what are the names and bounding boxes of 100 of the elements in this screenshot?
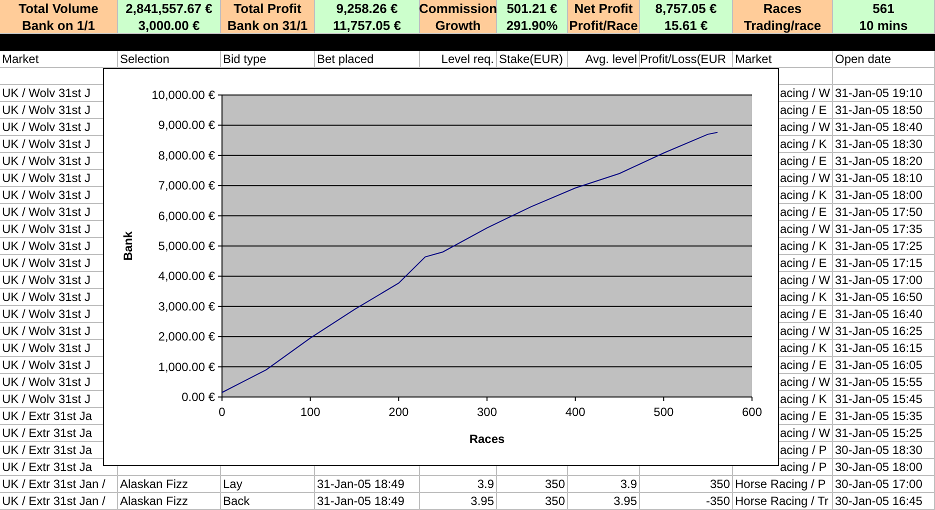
x-tick-label: 600 [742, 405, 762, 419]
axis-title: Races [469, 432, 505, 446]
x-tick-label: 500 [654, 405, 674, 419]
table-cell: UK / Extr 31st Ja [2, 425, 92, 441]
table-cell: UK / Wolv 31st J [2, 102, 90, 118]
table-cell: acing / K [780, 238, 827, 254]
table-cell: acing / E [780, 306, 827, 322]
table-cell: acing / E [780, 255, 827, 271]
table-cell: 31-Jan-05 15:55 [835, 374, 922, 390]
summary-value: 561 [872, 0, 894, 17]
table-cell: 31-Jan-05 16:05 [835, 357, 922, 373]
table-cell: UK / Extr 31st Jan / [2, 493, 106, 509]
table-cell: UK / Extr 31st Ja [2, 459, 92, 475]
table-cell: 31-Jan-05 18:49 [317, 476, 404, 492]
table-cell: 3.9 [477, 476, 494, 492]
table-cell: acing / W [780, 323, 830, 339]
table-cell: UK / Wolv 31st J [2, 374, 90, 390]
table-cell: 31-Jan-05 17:15 [835, 255, 922, 271]
table-cell: UK / Wolv 31st J [2, 204, 90, 220]
summary-label: Total Volume [18, 0, 98, 17]
table-cell: UK / Wolv 31st J [2, 187, 90, 203]
table-cell: acing / K [780, 187, 827, 203]
table-cell: UK / Extr 31st Ja [2, 408, 92, 424]
y-tick-label: 3,000.00 € [158, 299, 215, 314]
summary-label: Growth [435, 17, 481, 34]
table-cell: Alaskan Fizz [120, 476, 188, 492]
table-cell: UK / Extr 31st Jan / [2, 476, 106, 492]
summary-value: 15.61 € [664, 17, 708, 34]
table-cell: UK / Wolv 31st J [2, 289, 90, 305]
table-cell: 31-Jan-05 16:25 [835, 323, 922, 339]
table-cell: Horse Racing / Tr [735, 493, 828, 509]
table-cell: acing / E [780, 408, 827, 424]
table-cell: acing / K [780, 289, 827, 305]
table-cell: UK / Wolv 31st J [2, 340, 90, 356]
table-cell: acing / W [780, 272, 830, 288]
column-header: Bet placed [317, 51, 374, 67]
summary-label: Bank on 1/1 [22, 17, 95, 34]
table-cell: 31-Jan-05 18:10 [835, 170, 922, 186]
table-cell: UK / Wolv 31st J [2, 85, 90, 101]
table-cell: UK / Wolv 31st J [2, 306, 90, 322]
table-cell: -350 [706, 493, 730, 509]
column-header: Market [2, 51, 39, 67]
table-cell: acing / W [780, 221, 830, 237]
summary-label: Races [763, 0, 802, 17]
y-tick-label: 8,000.00 € [158, 148, 215, 162]
table-cell: acing / W [780, 85, 830, 101]
y-tick-label: 2,000.00 € [158, 330, 215, 344]
table-cell: 31-Jan-05 18:30 [835, 136, 922, 152]
summary-label: Profit/Race [569, 17, 638, 34]
y-tick-label: 4,000.00 € [158, 269, 215, 284]
table-cell: 30-Jan-05 16:45 [835, 493, 922, 509]
table-cell: UK / Wolv 31st J [2, 391, 90, 407]
table-cell: 31-Jan-05 18:50 [835, 102, 922, 118]
table-cell: UK / Wolv 31st J [2, 119, 90, 135]
table-cell: 3.95 [614, 493, 637, 509]
table-cell: 31-Jan-05 16:50 [835, 289, 922, 305]
table-cell: 31-Jan-05 15:45 [835, 391, 922, 407]
column-header: Selection [120, 51, 170, 67]
table-cell: acing / E [780, 204, 827, 220]
table-cell: acing / K [780, 340, 827, 356]
table-cell: 31-Jan-05 17:25 [835, 238, 922, 254]
y-tick-label: 5,000.00 € [158, 239, 215, 253]
summary-value: 10 mins [859, 17, 908, 34]
column-header: Bid type [223, 51, 266, 67]
table-cell: UK / Wolv 31st J [2, 323, 90, 339]
summary-label: Trading/race [744, 17, 822, 34]
y-tick-label: 6,000.00 € [158, 208, 215, 223]
y-tick-label: 9,000.00 € [158, 118, 215, 132]
table-cell: 31-Jan-05 17:00 [835, 272, 922, 288]
table-cell: acing / P [780, 442, 827, 458]
table-cell: 31-Jan-05 15:25 [835, 425, 922, 441]
table-cell: acing / W [780, 170, 830, 186]
summary-value: 3,000.00 € [138, 17, 200, 34]
table-cell: 31-Jan-05 18:00 [835, 187, 922, 203]
table-cell: 31-Jan-05 17:50 [835, 204, 922, 220]
table-cell: UK / Wolv 31st J [2, 170, 90, 186]
table-cell: 350 [544, 476, 565, 492]
summary-value: 291.90% [506, 17, 558, 34]
table-cell: UK / Extr 31st Ja [2, 442, 92, 458]
table-cell: 3.95 [470, 493, 494, 509]
column-header: Open date [835, 51, 892, 67]
x-tick-label: 200 [388, 405, 409, 419]
table-cell: 31-Jan-05 18:40 [835, 119, 922, 135]
y-tick-label: 1,000.00 € [158, 360, 215, 374]
summary-label: Bank on 31/1 [227, 17, 308, 34]
column-header: Avg. level [585, 51, 637, 67]
table-cell: acing / W [780, 425, 830, 441]
table-cell: 31-Jan-05 16:40 [835, 306, 922, 322]
x-tick-label: 300 [476, 405, 498, 419]
table-cell: 31-Jan-05 16:15 [835, 340, 922, 356]
table-cell: acing / W [780, 119, 830, 135]
y-tick-label: 0.00 € [182, 390, 215, 404]
table-cell: UK / Wolv 31st J [2, 238, 90, 254]
table-cell: 350 [544, 493, 565, 509]
x-tick-label: 100 [300, 405, 320, 419]
summary-label: Commission [419, 0, 498, 17]
table-cell: Alaskan Fizz [120, 493, 188, 509]
summary-label: Net Profit [574, 0, 633, 17]
table-cell: 30-Jan-05 17:00 [835, 476, 922, 492]
table-cell: acing / E [780, 102, 827, 118]
